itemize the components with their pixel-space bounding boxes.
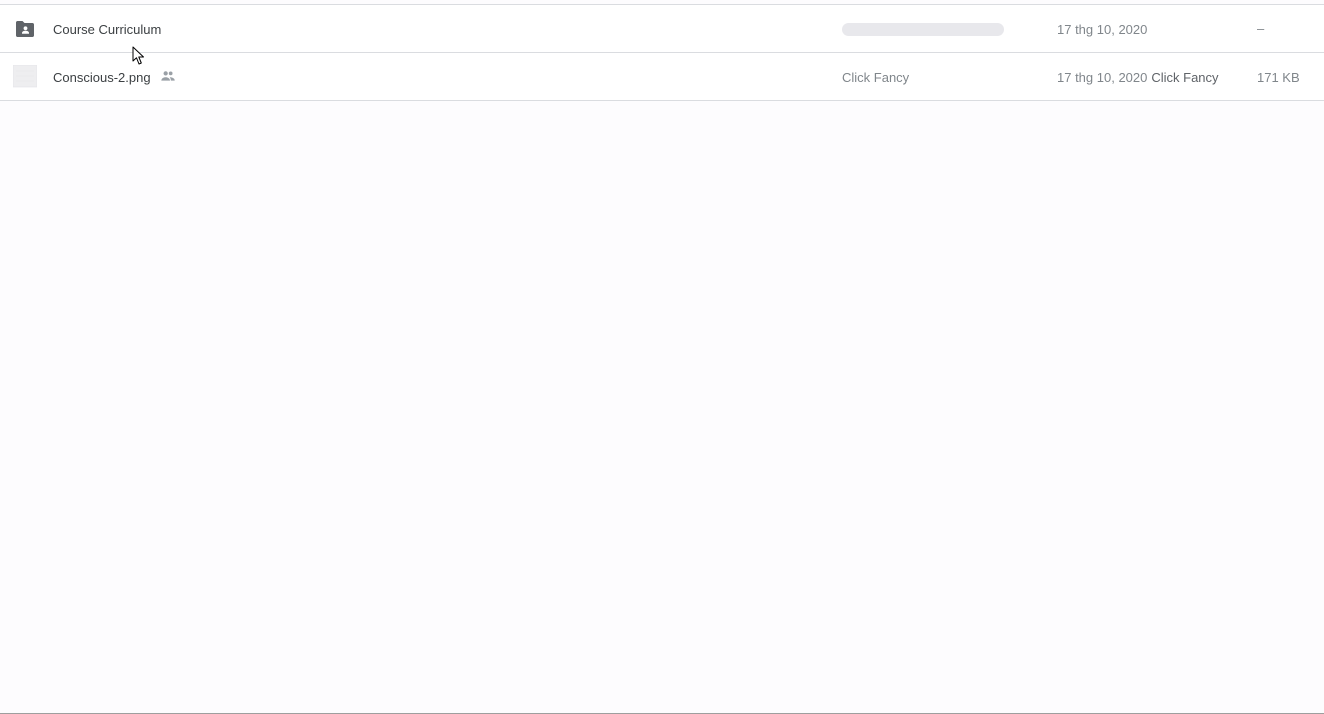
- modified-by: Click Fancy: [1151, 70, 1219, 85]
- file-name[interactable]: Conscious-2.png: [53, 70, 151, 85]
- modified-date: 17 thg 10, 2020 Click Fancy: [1057, 70, 1219, 85]
- people-icon: [161, 71, 175, 81]
- owner-loading-placeholder: [842, 23, 1004, 36]
- file-size: –: [1257, 21, 1265, 36]
- file-row-conscious-2[interactable]: Conscious-2.png Click Fancy 17 thg 10, 2…: [0, 53, 1324, 101]
- file-list: Course Curriculum 17 thg 10, 2020 – Cons…: [0, 0, 1324, 714]
- file-name[interactable]: Course Curriculum: [53, 22, 161, 37]
- file-row-course-curriculum[interactable]: Course Curriculum 17 thg 10, 2020 –: [0, 4, 1324, 53]
- modified-date: 17 thg 10, 2020: [1057, 22, 1148, 37]
- file-owner: Click Fancy: [842, 70, 910, 85]
- image-thumbnail-icon: [13, 65, 37, 88]
- shared-folder-icon: [16, 21, 34, 37]
- file-size: 171 KB: [1257, 70, 1300, 85]
